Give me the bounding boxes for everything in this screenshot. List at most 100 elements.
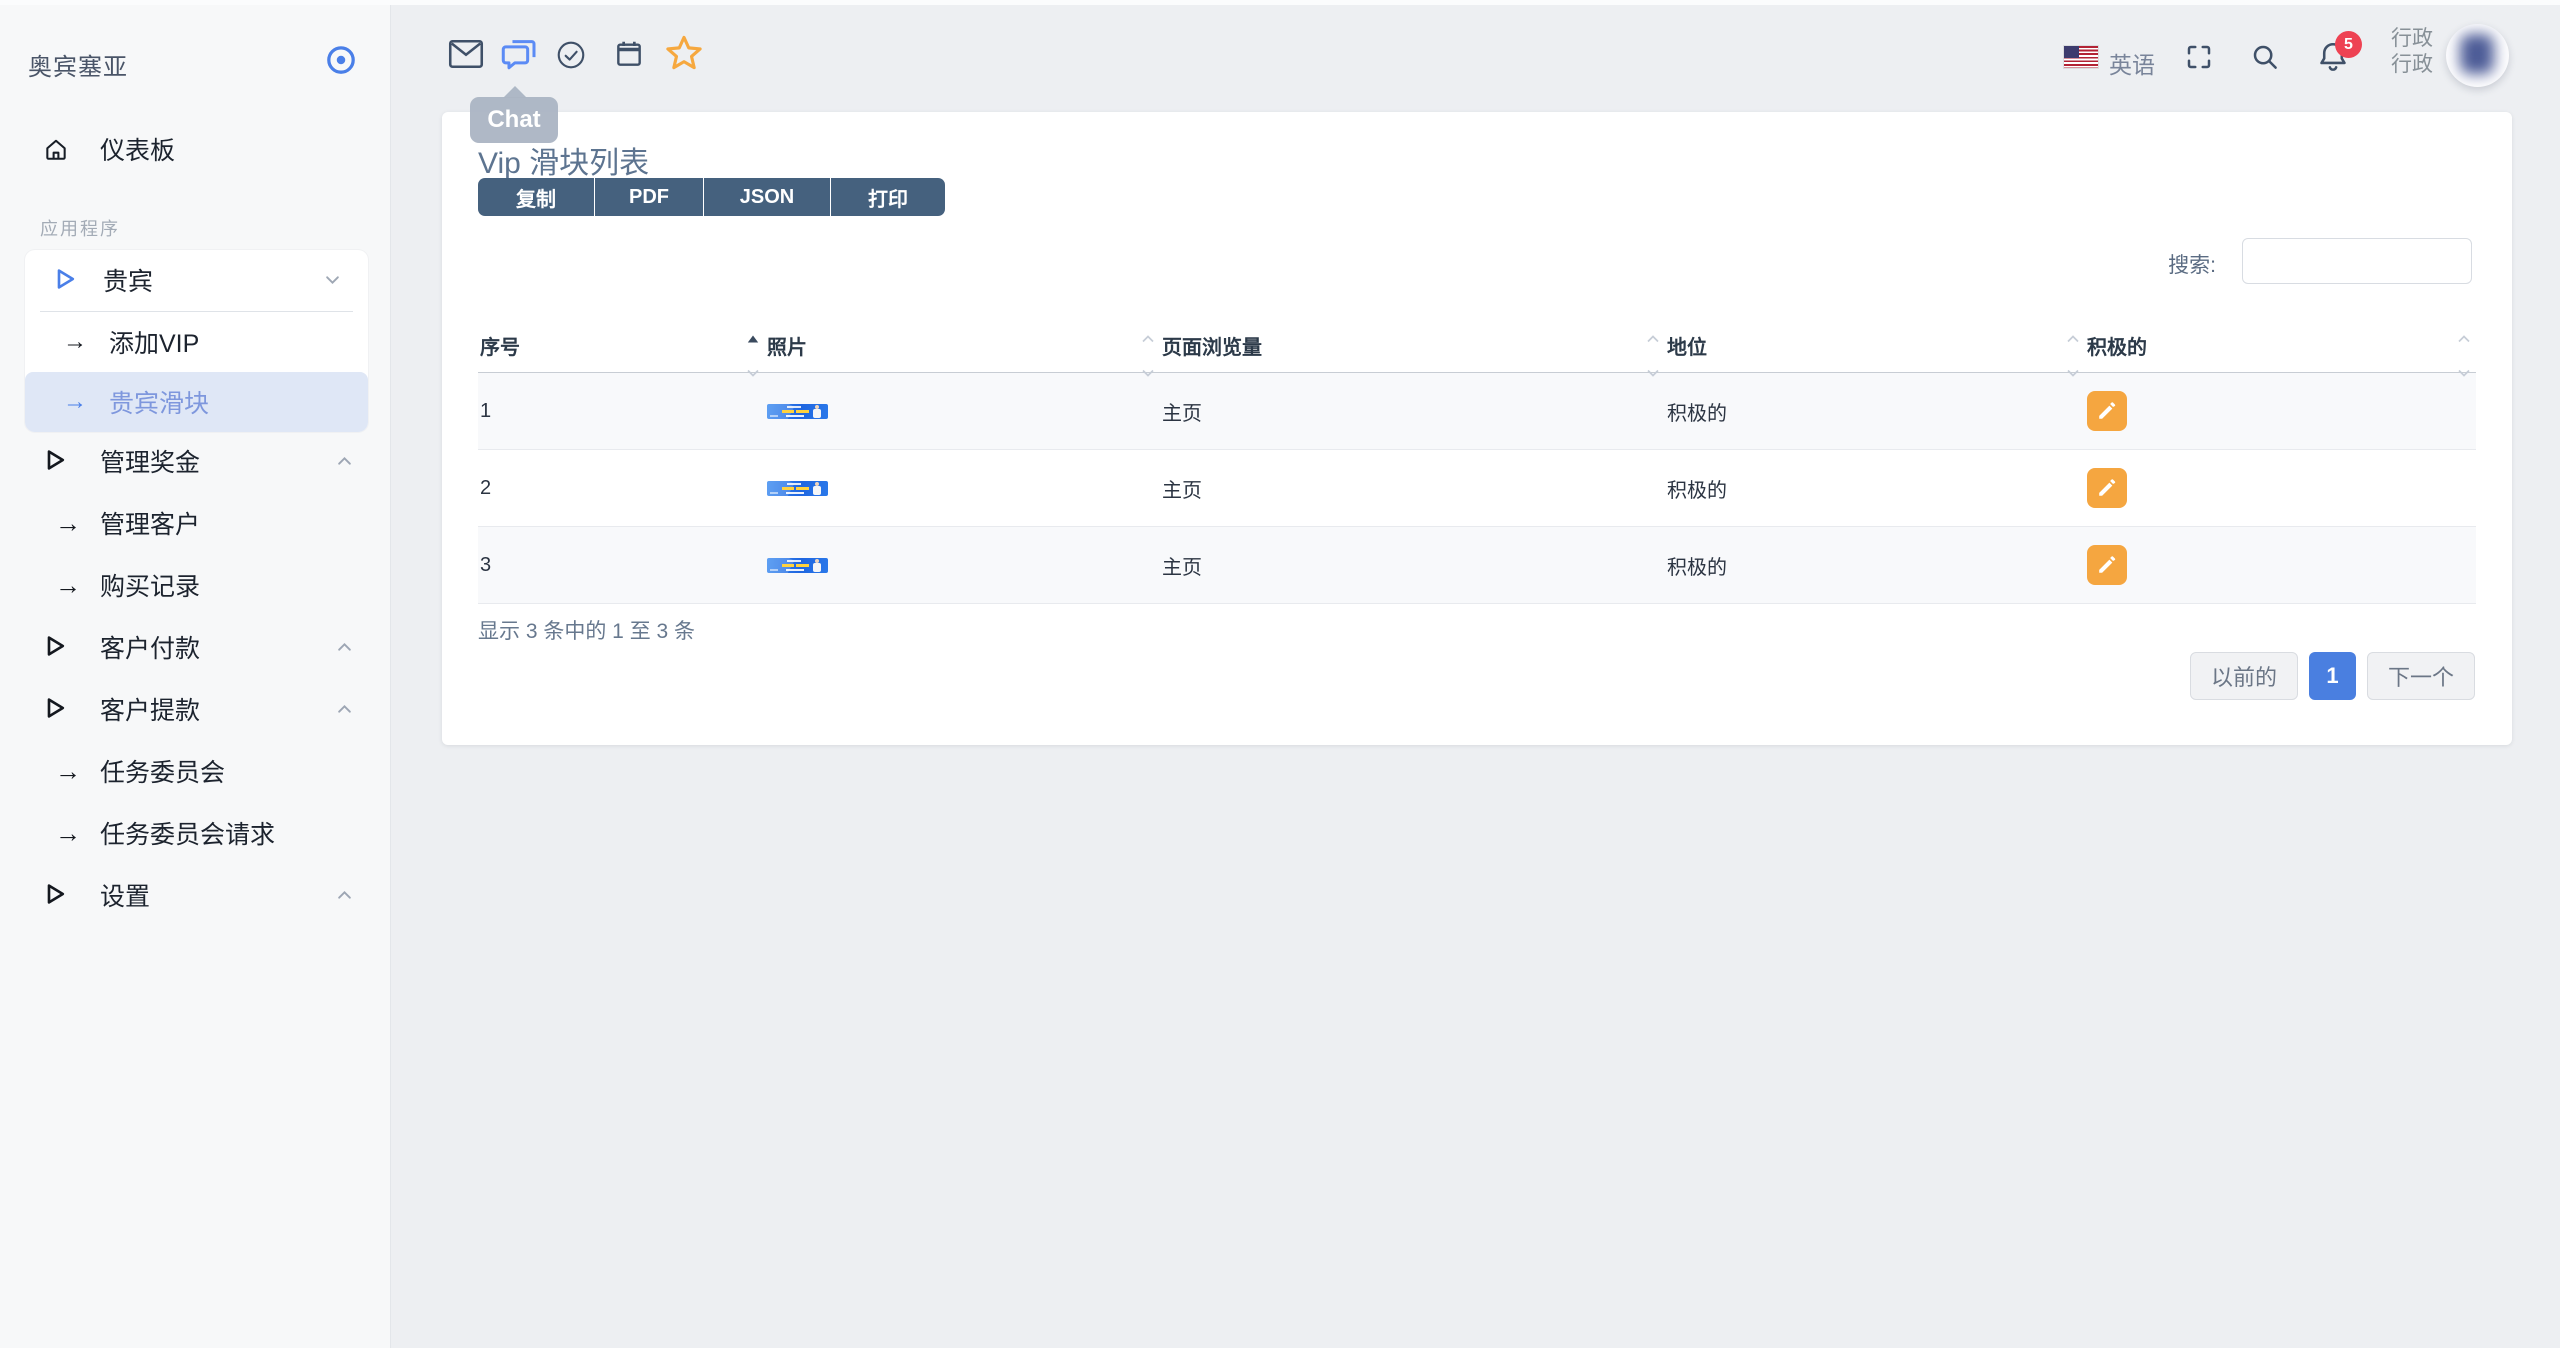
- arrow-right-icon: →: [55, 756, 81, 786]
- sidebar-item-add-vip[interactable]: → 添加VIP: [25, 312, 368, 372]
- fullscreen-icon[interactable]: [2184, 42, 2214, 72]
- flag-canton: [2064, 46, 2079, 58]
- sidebar-item-purchase-records[interactable]: → 购买记录: [0, 557, 390, 613]
- sidebar-item-label: 仪表板: [100, 137, 176, 165]
- cell-serial: 2: [478, 449, 765, 527]
- sidebar-item-label: 添加VIP: [109, 330, 200, 358]
- star-icon[interactable]: [663, 33, 705, 75]
- sort-desc-icon: [2067, 369, 2079, 377]
- sidebar-item-label: 购买记录: [100, 573, 201, 601]
- check-circle-icon[interactable]: [555, 39, 587, 71]
- chevron-down-icon: [325, 275, 340, 285]
- column-header-photo[interactable]: 照片: [765, 318, 1160, 377]
- cell-photo: [765, 372, 1160, 450]
- page-title: Vip 滑块列表: [478, 147, 650, 180]
- content-card: Vip 滑块列表 复制 PDF JSON 打印 搜索: 序号 照片 页面浏览量 …: [442, 112, 2512, 745]
- copy-button[interactable]: 复制: [478, 178, 594, 216]
- cell-page-views: 主页: [1160, 449, 1665, 527]
- vip-slider-table: 序号 照片 页面浏览量 地位 积极的 1 主页 积极的 2 主页 积极的 3 主…: [478, 318, 2476, 604]
- sort-desc-icon: [2458, 369, 2470, 377]
- cell-status: 积极的: [1665, 526, 2085, 604]
- tooltip-text: Chat: [487, 106, 541, 133]
- column-header-serial[interactable]: 序号: [478, 318, 765, 377]
- user-line1: 行政: [2391, 27, 2433, 50]
- pdf-button[interactable]: PDF: [595, 178, 703, 216]
- sidebar-item-label: 任务委员会请求: [100, 821, 276, 849]
- brand-title: 奥宾塞亚: [28, 54, 128, 81]
- pagination-next-button[interactable]: 下一个: [2366, 652, 2475, 700]
- json-button[interactable]: JSON: [704, 178, 830, 216]
- topbar: 英语 5 行政 行政: [391, 5, 2560, 105]
- sidebar-item-vip[interactable]: 贵宾: [25, 250, 368, 310]
- table-header-row: 序号 照片 页面浏览量 地位 积极的: [478, 318, 2476, 377]
- cell-photo: [765, 449, 1160, 527]
- slider-photo-thumbnail[interactable]: [767, 557, 828, 573]
- sidebar-item-label: 客户付款: [100, 635, 201, 663]
- calendar-icon[interactable]: [613, 38, 645, 70]
- sort-asc-icon: [2458, 335, 2470, 343]
- search-label: 搜索:: [2168, 254, 2216, 277]
- table-info-text: 显示 3 条中的 1 至 3 条: [478, 620, 696, 643]
- sort-desc-icon: [1647, 369, 1659, 377]
- sidebar-item-label: 设置: [100, 883, 151, 911]
- cell-actions: [2085, 526, 2476, 604]
- avatar[interactable]: [2446, 24, 2509, 87]
- sort-asc-icon: [2067, 335, 2079, 343]
- sidebar-toggle-icon[interactable]: [324, 43, 358, 77]
- sidebar-item-manage-bonus[interactable]: 管理奖金: [0, 433, 390, 489]
- edit-button[interactable]: [2087, 468, 2127, 508]
- cell-page-views: 主页: [1160, 526, 1665, 604]
- sidebar-brand-row: 奥宾塞亚: [0, 41, 390, 81]
- column-header-active[interactable]: 积极的: [2085, 318, 2476, 377]
- pagination-page-1[interactable]: 1: [2308, 652, 2356, 700]
- play-icon: [43, 634, 69, 660]
- edit-button[interactable]: [2087, 545, 2127, 585]
- sidebar-item-customer-payments[interactable]: 客户付款: [0, 619, 390, 675]
- chat-icon[interactable]: [498, 35, 538, 73]
- sort-desc-icon: [1142, 369, 1154, 377]
- export-button-group: 复制 PDF JSON 打印: [478, 178, 945, 216]
- slider-photo-thumbnail[interactable]: [767, 403, 828, 419]
- screen: 奥宾塞亚 仪表板 应用程序 贵宾 → 添加VIP → 贵宾滑块 管理奖金 → 管…: [0, 0, 2560, 1348]
- column-header-status[interactable]: 地位: [1665, 318, 2085, 377]
- chevron-up-icon: [337, 890, 352, 900]
- sidebar-item-label: 贵宾滑块: [109, 390, 210, 418]
- tooltip-arrow: [503, 86, 527, 98]
- table-row: 3 主页 积极的: [478, 526, 2476, 604]
- column-header-page-views[interactable]: 页面浏览量: [1160, 318, 1665, 377]
- print-button[interactable]: 打印: [831, 178, 945, 216]
- arrow-right-icon: →: [55, 818, 81, 848]
- chat-tooltip: Chat: [470, 86, 558, 143]
- sidebar: 奥宾塞亚 仪表板 应用程序 贵宾 → 添加VIP → 贵宾滑块 管理奖金 → 管…: [0, 5, 391, 1348]
- language-selector[interactable]: 英语: [2109, 46, 2155, 80]
- home-icon: [43, 136, 69, 162]
- arrow-right-icon: →: [63, 328, 87, 355]
- sidebar-item-manage-customers[interactable]: → 管理客户: [0, 495, 390, 551]
- arrow-right-icon: →: [55, 570, 81, 600]
- pagination-previous-button[interactable]: 以前的: [2189, 652, 2298, 700]
- slider-photo-thumbnail[interactable]: [767, 480, 828, 496]
- sort-asc-icon: [1647, 335, 1659, 343]
- search-icon[interactable]: [2250, 42, 2280, 72]
- cell-serial: 1: [478, 372, 765, 450]
- chevron-up-icon: [337, 642, 352, 652]
- cell-actions: [2085, 372, 2476, 450]
- cell-actions: [2085, 449, 2476, 527]
- user-name[interactable]: 行政 行政: [2291, 26, 2433, 78]
- table-search: 搜索:: [1982, 238, 2476, 284]
- table-row: 2 主页 积极的: [478, 449, 2476, 527]
- sidebar-item-customer-withdrawals[interactable]: 客户提款: [0, 681, 390, 737]
- sidebar-item-dashboard[interactable]: 仪表板: [0, 121, 390, 177]
- sidebar-item-task-board-requests[interactable]: → 任务委员会请求: [0, 805, 390, 861]
- sidebar-item-settings[interactable]: 设置: [0, 867, 390, 923]
- play-icon: [43, 448, 69, 474]
- sidebar-item-task-board[interactable]: → 任务委员会: [0, 743, 390, 799]
- play-icon: [53, 267, 79, 293]
- sidebar-item-vip-slider[interactable]: → 贵宾滑块: [25, 372, 368, 432]
- mail-icon[interactable]: [448, 38, 484, 70]
- edit-button[interactable]: [2087, 391, 2127, 431]
- cell-status: 积极的: [1665, 449, 2085, 527]
- chevron-up-icon: [337, 456, 352, 466]
- search-input[interactable]: [2242, 238, 2472, 284]
- us-flag-icon[interactable]: [2064, 46, 2098, 68]
